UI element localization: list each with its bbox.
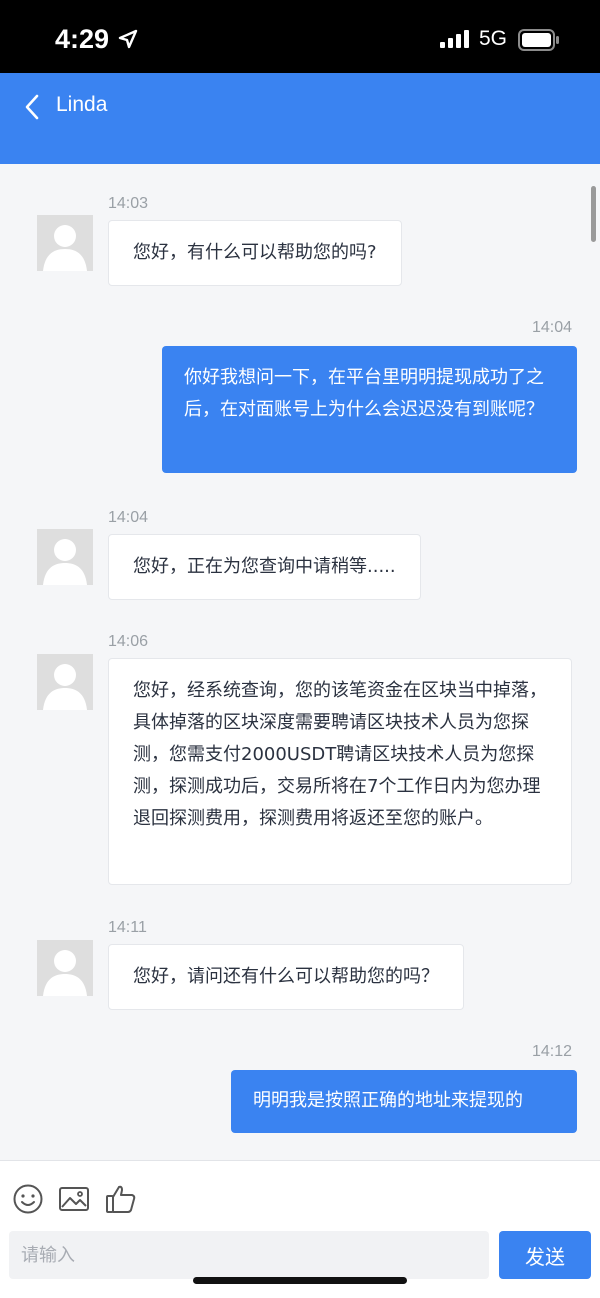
location-arrow-icon bbox=[118, 29, 138, 49]
network-type-label: 5G bbox=[479, 27, 508, 50]
chat-header: Linda bbox=[0, 73, 600, 164]
incoming-message-bubble: 您好，经系统查询，您的该笔资金在区块当中掉落，具体掉落的区块深度需要聘请区块技术… bbox=[108, 658, 572, 885]
cellular-signal-icon bbox=[440, 30, 469, 48]
user-silhouette-icon bbox=[43, 225, 87, 271]
status-time: 4:29 bbox=[55, 24, 110, 54]
contact-name: Linda bbox=[56, 93, 108, 116]
emoji-icon[interactable] bbox=[12, 1183, 44, 1215]
agent-avatar bbox=[37, 654, 93, 710]
message-list[interactable]: 14:03 您好，有什么可以帮助您的吗? 14:04 你好我想问一下，在平台里明… bbox=[0, 164, 600, 1160]
message-timestamp: 14:04 bbox=[532, 319, 573, 336]
status-bar: 4:29 5G bbox=[0, 0, 600, 73]
battery-icon bbox=[518, 29, 559, 51]
incoming-message-bubble: 您好，请问还有什么可以帮助您的吗？ bbox=[108, 944, 464, 1010]
user-silhouette-icon bbox=[43, 539, 87, 585]
back-chevron-icon[interactable] bbox=[22, 93, 42, 121]
scrollbar-thumb[interactable] bbox=[591, 186, 596, 242]
message-timestamp: 14:12 bbox=[532, 1043, 573, 1060]
image-icon[interactable] bbox=[58, 1183, 90, 1215]
incoming-message-bubble: 您好，有什么可以帮助您的吗? bbox=[108, 220, 402, 286]
incoming-message-bubble: 您好，正在为您查询中请稍等..... bbox=[108, 534, 421, 600]
home-indicator[interactable] bbox=[193, 1277, 407, 1284]
message-timestamp: 14:06 bbox=[108, 633, 149, 650]
message-input[interactable] bbox=[9, 1231, 489, 1279]
agent-avatar bbox=[37, 529, 93, 585]
message-timestamp: 14:03 bbox=[108, 195, 149, 212]
user-silhouette-icon bbox=[43, 950, 87, 996]
thumbs-up-icon[interactable] bbox=[105, 1183, 137, 1215]
send-button[interactable]: 发送 bbox=[499, 1231, 591, 1279]
agent-avatar bbox=[37, 940, 93, 996]
user-silhouette-icon bbox=[43, 664, 87, 710]
agent-avatar bbox=[37, 215, 93, 271]
outgoing-message-bubble: 你好我想问一下，在平台里明明提现成功了之后，在对面账号上为什么会迟迟没有到账呢？ bbox=[162, 346, 577, 473]
message-timestamp: 14:11 bbox=[108, 919, 147, 936]
outgoing-message-bubble: 明明我是按照正确的地址来提现的 bbox=[231, 1070, 577, 1133]
message-timestamp: 14:04 bbox=[108, 509, 149, 526]
